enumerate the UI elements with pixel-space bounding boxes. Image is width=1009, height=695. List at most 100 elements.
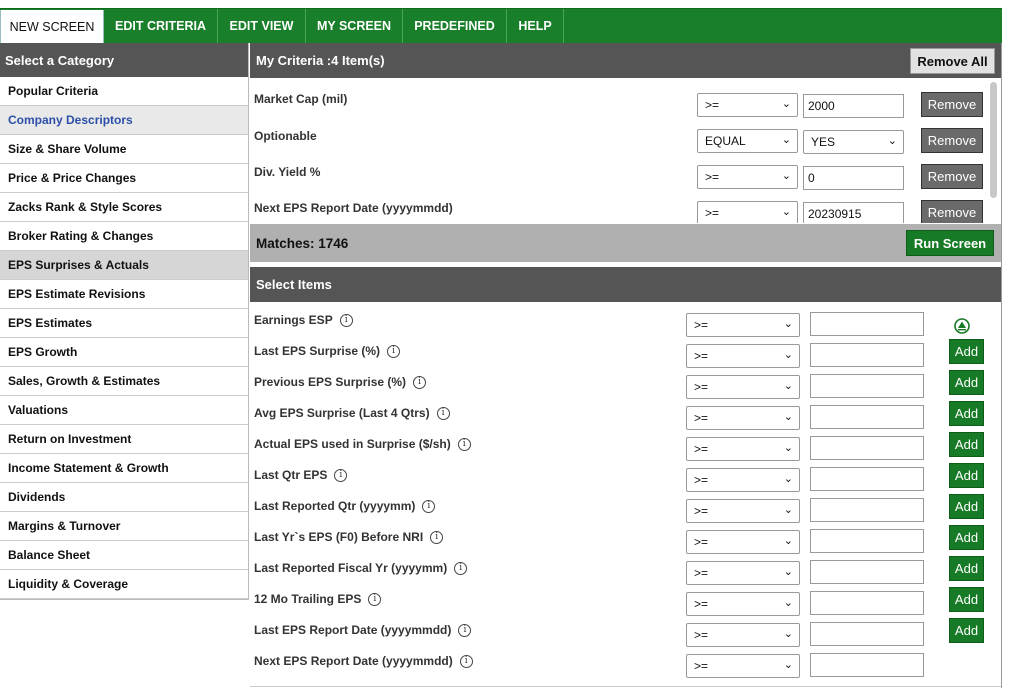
item-value-input[interactable] bbox=[810, 529, 924, 553]
remove-criteria-button[interactable]: Remove bbox=[921, 164, 983, 189]
item-value-input[interactable] bbox=[810, 467, 924, 491]
item-operator-value: >= bbox=[694, 628, 709, 642]
sidebar-category-item[interactable]: Zacks Rank & Style Scores bbox=[0, 193, 248, 222]
top-tab-bar: NEW SCREEN EDIT CRITERIA EDIT VIEW MY SC… bbox=[0, 8, 1002, 44]
add-item-button[interactable]: Add bbox=[949, 463, 984, 488]
add-item-button[interactable]: Add bbox=[949, 401, 984, 426]
item-operator-value: >= bbox=[694, 411, 709, 425]
item-value-input[interactable] bbox=[810, 498, 924, 522]
sidebar-category-item[interactable]: Sales, Growth & Estimates bbox=[0, 367, 248, 396]
info-icon[interactable]: i bbox=[436, 406, 450, 420]
sidebar-category-item[interactable]: EPS Estimate Revisions bbox=[0, 280, 248, 309]
sidebar-category-item[interactable]: Valuations bbox=[0, 396, 248, 425]
sidebar-category-item[interactable]: EPS Estimates bbox=[0, 309, 248, 338]
criteria-operator-select[interactable]: EQUAL ⌄ bbox=[697, 129, 798, 153]
tab-predefined[interactable]: PREDEFINED bbox=[403, 9, 507, 43]
criteria-label: Div. Yield % bbox=[254, 165, 321, 179]
tab-edit-view[interactable]: EDIT VIEW bbox=[218, 9, 306, 43]
sidebar-category-item[interactable]: Return on Investment bbox=[0, 425, 248, 454]
add-item-button[interactable]: Add bbox=[949, 432, 984, 457]
select-item-row: Actual EPS used in Surprise ($/sh) i >= ⌄ Ad… bbox=[250, 427, 1002, 461]
sidebar-category-item[interactable]: Size & Share Volume bbox=[0, 135, 248, 164]
sidebar-category-item[interactable]: Margins & Turnover bbox=[0, 512, 248, 541]
chevron-down-icon: ⌄ bbox=[781, 206, 791, 218]
my-criteria-title: My Criteria :4 Item(s) bbox=[256, 53, 385, 68]
remove-all-button[interactable]: Remove All bbox=[910, 48, 995, 74]
item-value-input[interactable] bbox=[810, 622, 924, 646]
criteria-row: Div. Yield % >= ⌄ 0 Remove bbox=[250, 155, 990, 191]
tab-help[interactable]: HELP bbox=[507, 9, 564, 43]
criteria-value-input[interactable]: 2000 bbox=[803, 94, 904, 118]
info-icon[interactable]: i bbox=[368, 592, 382, 606]
item-value-input[interactable] bbox=[810, 436, 924, 460]
select-item-label-text: 12 Mo Trailing EPS bbox=[254, 592, 362, 606]
sidebar-category-item[interactable]: Balance Sheet bbox=[0, 541, 248, 570]
sidebar-category-item[interactable]: Popular Criteria bbox=[0, 77, 248, 106]
remove-criteria-button[interactable]: Remove bbox=[921, 200, 983, 223]
item-value-input[interactable] bbox=[810, 560, 924, 584]
info-icon[interactable]: i bbox=[457, 437, 471, 451]
criteria-operator-select[interactable]: >= ⌄ bbox=[697, 201, 798, 223]
sidebar-category-item[interactable]: EPS Surprises & Actuals bbox=[0, 251, 248, 280]
chevron-down-icon: ⌄ bbox=[783, 380, 793, 392]
add-item-button[interactable]: Add bbox=[949, 618, 984, 643]
criteria-operator-select[interactable]: >= ⌄ bbox=[697, 165, 798, 189]
criteria-operator-value: >= bbox=[705, 206, 720, 220]
scroll-up-icon[interactable] bbox=[953, 317, 971, 335]
info-icon[interactable]: i bbox=[430, 530, 444, 544]
criteria-value-input[interactable]: 0 bbox=[803, 166, 904, 190]
sidebar-category-item[interactable]: Dividends bbox=[0, 483, 248, 512]
criteria-operator-select[interactable]: >= ⌄ bbox=[697, 93, 798, 117]
tab-my-screen[interactable]: MY SCREEN bbox=[306, 9, 403, 43]
info-icon[interactable]: i bbox=[459, 654, 473, 668]
tab-edit-criteria[interactable]: EDIT CRITERIA bbox=[104, 9, 218, 43]
sidebar-category-item[interactable]: Liquidity & Coverage bbox=[0, 570, 248, 599]
add-item-button[interactable]: Add bbox=[949, 339, 984, 364]
info-icon[interactable]: i bbox=[454, 561, 468, 575]
item-value-input[interactable] bbox=[810, 343, 924, 367]
chevron-down-icon: ⌄ bbox=[781, 134, 791, 146]
item-value-input[interactable] bbox=[810, 312, 924, 336]
chevron-down-icon: ⌄ bbox=[783, 566, 793, 578]
item-value-input[interactable] bbox=[810, 653, 924, 677]
item-operator-value: >= bbox=[694, 473, 709, 487]
remove-criteria-button[interactable]: Remove bbox=[921, 128, 983, 153]
sidebar-category-item[interactable]: Income Statement & Growth bbox=[0, 454, 248, 483]
sidebar-category-item[interactable]: EPS Growth bbox=[0, 338, 248, 367]
criteria-label: Next EPS Report Date (yyyymmdd) bbox=[254, 201, 453, 215]
add-item-button[interactable]: Add bbox=[949, 494, 984, 519]
select-item-label-text: Last Qtr EPS bbox=[254, 468, 328, 482]
item-operator-select[interactable]: >= ⌄ bbox=[686, 654, 800, 678]
info-icon[interactable]: i bbox=[334, 468, 348, 482]
info-icon[interactable]: i bbox=[413, 375, 427, 389]
select-item-label-text: Avg EPS Surprise (Last 4 Qtrs) bbox=[254, 406, 430, 420]
chevron-down-icon: ⌄ bbox=[783, 504, 793, 516]
sidebar-category-item[interactable]: Broker Rating & Changes bbox=[0, 222, 248, 251]
run-screen-button[interactable]: Run Screen bbox=[906, 230, 994, 256]
tab-new-screen[interactable]: NEW SCREEN bbox=[0, 10, 104, 44]
category-sidebar: Select a Category Popular Criteria Compan… bbox=[0, 43, 249, 600]
select-item-label: Last Qtr EPS i bbox=[254, 468, 348, 482]
item-value-input[interactable] bbox=[810, 374, 924, 398]
criteria-value-select[interactable]: YES ⌄ bbox=[803, 130, 904, 154]
item-value-input[interactable] bbox=[810, 405, 924, 429]
info-icon[interactable]: i bbox=[422, 499, 436, 513]
sidebar-category-item[interactable]: Company Descriptors bbox=[0, 106, 248, 135]
criteria-scrollbar[interactable] bbox=[990, 82, 997, 198]
chevron-down-icon: ⌄ bbox=[783, 442, 793, 454]
item-value-input[interactable] bbox=[810, 591, 924, 615]
info-icon[interactable]: i bbox=[458, 623, 472, 637]
add-item-button[interactable]: Add bbox=[949, 370, 984, 395]
criteria-value-input[interactable]: 20230915 bbox=[803, 202, 904, 223]
remove-criteria-button[interactable]: Remove bbox=[921, 92, 983, 117]
add-item-button[interactable]: Add bbox=[949, 525, 984, 550]
add-item-button[interactable]: Add bbox=[949, 556, 984, 581]
info-icon[interactable]: i bbox=[339, 313, 353, 327]
select-item-row: Last Qtr EPS i >= ⌄ Add bbox=[250, 458, 1002, 492]
select-item-label-text: Last EPS Report Date (yyyymmdd) bbox=[254, 623, 452, 637]
item-operator-value: >= bbox=[694, 349, 709, 363]
criteria-label: Optionable bbox=[254, 129, 317, 143]
add-item-button[interactable]: Add bbox=[949, 587, 984, 612]
sidebar-category-item[interactable]: Price & Price Changes bbox=[0, 164, 248, 193]
info-icon[interactable]: i bbox=[387, 344, 401, 358]
